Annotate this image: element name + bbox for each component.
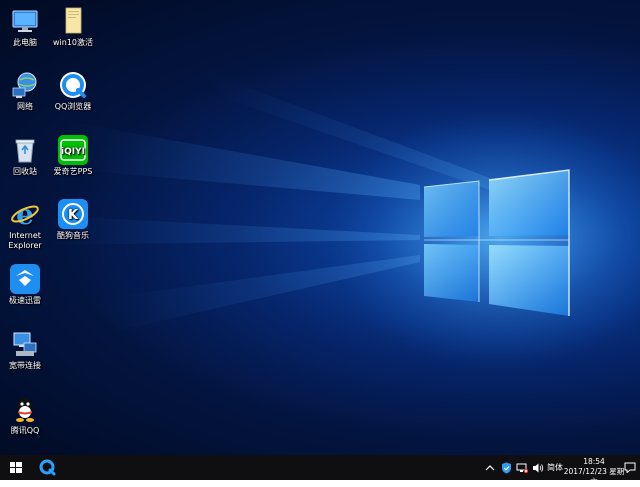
shield-icon — [501, 462, 511, 473]
qq-browser-icon — [39, 459, 56, 476]
tray-overflow-button[interactable] — [483, 455, 497, 480]
desktop-icon-iqiyi[interactable]: iQIYI 爱奇艺PPS — [45, 135, 101, 177]
windows-logo-icon — [10, 462, 22, 473]
tray-volume[interactable] — [531, 455, 545, 480]
taskbar[interactable]: 简体 18:54 2017/12/23 星期六 — [0, 455, 640, 486]
desktop-icon-label: QQ浏览器 — [54, 102, 92, 111]
desktop-icon-label: 极速迅雷 — [9, 296, 41, 305]
qq-icon — [10, 394, 40, 424]
desktop-icon-label: 爱奇艺PPS — [53, 167, 93, 176]
desktop-icon-label: win10激活 — [52, 38, 93, 47]
desktop-icon-kugou[interactable]: K 酷狗音乐 — [45, 199, 101, 241]
desktop-icon-label: 宽带连接 — [9, 361, 41, 370]
desktop-icon-xunlei[interactable]: 极速迅雷 — [0, 264, 53, 306]
svg-text:e: e — [16, 199, 34, 229]
network-icon — [10, 70, 40, 100]
desktop-icon-label: 腾讯QQ — [10, 426, 40, 435]
desktop-icon-win10-activation[interactable]: win10激活 — [45, 6, 101, 48]
desktop-icon-broadband[interactable]: 宽带连接 — [0, 329, 53, 371]
kugou-icon: K — [58, 199, 88, 229]
clock-time: 18:54 — [583, 457, 605, 466]
iqiyi-icon: iQIYI — [58, 135, 88, 165]
folder-icon — [58, 6, 88, 36]
speaker-icon — [533, 463, 544, 472]
this-pc-icon — [10, 6, 40, 36]
svg-text:K: K — [68, 208, 79, 223]
chevron-up-icon — [485, 464, 495, 470]
recycle-bin-icon — [10, 135, 40, 165]
internet-explorer-icon: e — [10, 198, 40, 231]
tray-security[interactable] — [499, 455, 513, 480]
notification-icon — [624, 462, 636, 473]
start-button[interactable] — [0, 455, 32, 480]
xunlei-icon — [10, 264, 40, 294]
desktop-icon-qq[interactable]: 腾讯QQ — [0, 394, 53, 436]
desktop-icon-label: 酷狗音乐 — [57, 231, 89, 240]
broadband-icon — [10, 329, 40, 359]
clock-date: 2017/12/23 星期六 — [563, 467, 625, 486]
svg-text:iQIYI: iQIYI — [61, 147, 85, 157]
desktop[interactable]: 此电脑 网络 回收站 e Internet Explorer 极速迅雷 宽带连接… — [0, 0, 640, 455]
desktop-icon-qq-browser[interactable]: QQ浏览器 — [45, 70, 101, 112]
tray-ime[interactable]: 简体 — [546, 455, 564, 480]
taskbar-qq-browser[interactable] — [34, 455, 62, 480]
tray-clock[interactable]: 18:54 2017/12/23 星期六 — [563, 457, 625, 487]
qq-browser-icon — [58, 70, 88, 100]
tray-notification[interactable] — [622, 455, 638, 480]
tray-network[interactable] — [515, 455, 529, 480]
network-status-icon — [516, 463, 528, 473]
